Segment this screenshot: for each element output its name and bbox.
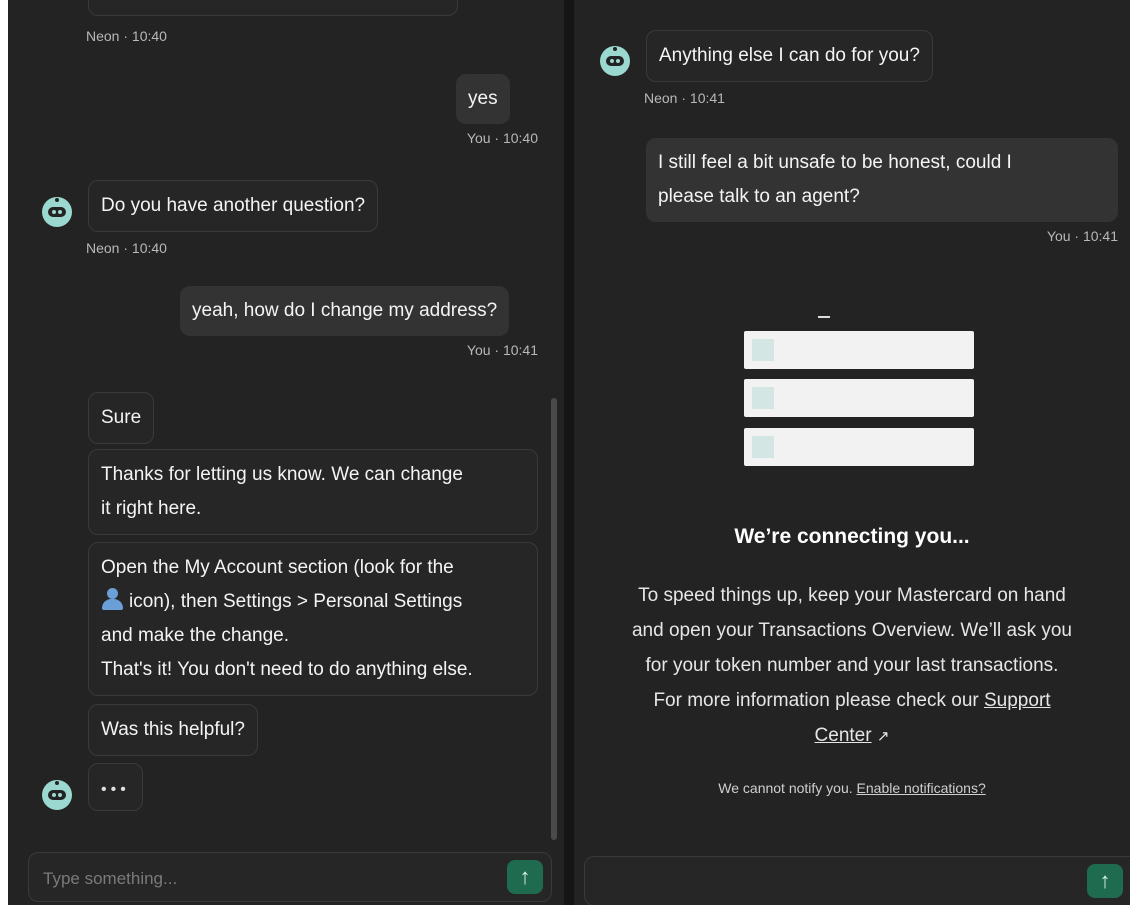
skeleton-square — [752, 436, 774, 458]
message-text-line: it right here. — [101, 498, 202, 519]
message-text-line: That's it! You don't need to do anything… — [101, 659, 473, 680]
message-text-line: Open the My Account section (look for th… — [101, 557, 454, 578]
send-arrow-icon: ↑ — [1099, 868, 1111, 893]
bot-message: Was this helpful? — [88, 704, 258, 756]
message-text-line: Thanks for letting us know. We can chang… — [101, 464, 463, 485]
message-text-line: icon), then Settings > Personal Settings — [101, 585, 525, 619]
message-meta: You · 10:40 — [466, 130, 538, 146]
skeleton-row — [744, 428, 974, 466]
send-arrow-icon: ↑ — [519, 864, 531, 889]
message-input-bar: ↑ — [28, 852, 552, 902]
support-center-link[interactable]: Support — [984, 690, 1051, 711]
skeleton-row — [744, 379, 974, 417]
message-text: yes — [468, 88, 498, 109]
bot-message: Do you have another question? — [88, 180, 379, 232]
bot-message: Thanks for letting us know. We can chang… — [88, 449, 538, 535]
message-meta: You · 10:41 — [1046, 228, 1118, 244]
support-center-link[interactable]: Center — [815, 725, 872, 746]
send-button[interactable]: ↑ — [1087, 864, 1123, 898]
connecting-title: We’re connecting you... — [734, 525, 970, 548]
message-text: Was this helpful? — [101, 719, 245, 740]
message-meta: Neon · 10:40 — [86, 240, 167, 256]
message-input-bar: ↑ — [584, 856, 1130, 905]
enable-notifications-link[interactable]: Enable notifications? — [857, 780, 986, 796]
bot-message: Open the My Account section (look for th… — [88, 542, 538, 696]
loading-dash — [818, 316, 830, 318]
message-cutoff — [88, 0, 458, 16]
bot-avatar-icon — [42, 197, 72, 227]
bot-message: Anything else I can do for you? — [646, 30, 933, 82]
user-message: yes — [456, 74, 510, 124]
skeleton-square — [752, 339, 774, 361]
chat-panel-right: Anything else I can do for you? Neon · 1… — [574, 0, 1130, 905]
pane-divider — [564, 0, 574, 905]
skeleton-row — [744, 331, 974, 369]
user-message: yeah, how do I change my address? — [180, 286, 510, 336]
message-meta: Neon · 10:40 — [86, 28, 167, 44]
bot-message: Sure — [88, 392, 155, 444]
message-meta: Neon · 10:41 — [644, 90, 725, 106]
message-text-line: please talk to an agent? — [658, 186, 860, 207]
message-text: yeah, how do I change my address? — [192, 300, 498, 321]
connecting-description: To speed things up, keep your Mastercard… — [631, 585, 1073, 746]
typing-dots: ••• — [101, 781, 130, 798]
message-text-line: I still feel a bit unsafe to be honest, … — [658, 152, 1012, 173]
chat-panel-left: Neon · 10:40 yes You · 10:40 Do you have… — [8, 0, 564, 905]
typing-indicator: ••• — [88, 763, 143, 811]
bot-avatar-icon — [42, 780, 72, 810]
user-message: I still feel a bit unsafe to be honest, … — [646, 138, 1118, 222]
message-meta: You · 10:41 — [466, 342, 538, 358]
message-text-line: and make the change. — [101, 625, 290, 646]
message-text: Anything else I can do for you? — [659, 45, 920, 66]
user-icon — [101, 587, 123, 611]
external-link-icon: ↗ — [876, 728, 890, 745]
skeleton-square — [752, 387, 774, 409]
bot-avatar-icon — [600, 46, 630, 76]
message-input[interactable] — [41, 865, 485, 893]
send-button[interactable]: ↑ — [507, 860, 543, 894]
notification-notice: We cannot notify you. Enable notificatio… — [718, 780, 986, 796]
scrollbar[interactable] — [551, 398, 557, 840]
message-text: Do you have another question? — [101, 195, 366, 216]
message-text: Sure — [101, 407, 142, 428]
